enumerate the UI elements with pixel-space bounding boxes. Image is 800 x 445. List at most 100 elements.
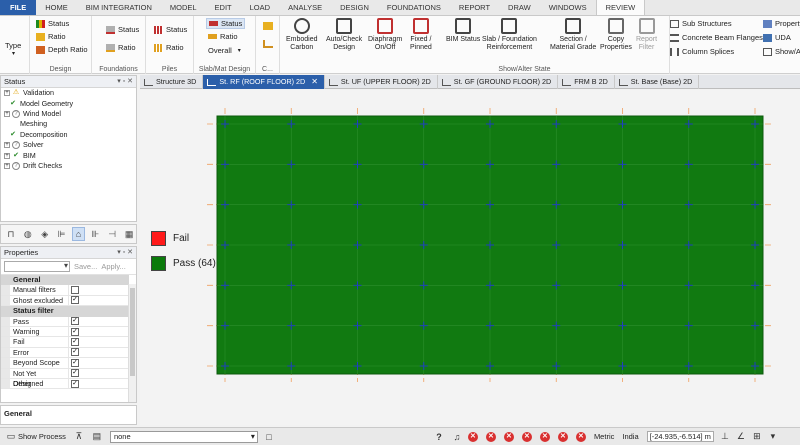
bell-icon[interactable]: ♫ xyxy=(450,430,464,444)
foundations-ratio-button[interactable]: Ratio xyxy=(106,42,136,53)
expand-icon[interactable]: + xyxy=(4,110,10,117)
design-ratio-button[interactable]: Ratio xyxy=(36,31,66,42)
menu-tab-design[interactable]: DESIGN xyxy=(331,0,378,15)
frame-icon[interactable]: ⊓ xyxy=(4,227,18,241)
menu-tab-home[interactable]: HOME xyxy=(36,0,77,15)
expand-icon[interactable]: + xyxy=(4,162,10,169)
process-select[interactable]: none xyxy=(109,430,258,443)
doc-tab[interactable]: St. GF (GROUND FLOOR) 2D xyxy=(438,75,559,89)
units-indicator[interactable]: Metric xyxy=(594,432,614,441)
piles-ratio-button[interactable]: Ratio xyxy=(154,42,184,53)
expand-icon[interactable]: + xyxy=(4,152,10,159)
show-all-button[interactable]: Show/All xyxy=(763,46,800,57)
apply-button[interactable]: Apply... xyxy=(101,262,125,271)
help-icon[interactable]: ? xyxy=(432,430,446,444)
foundations-status-button[interactable]: Status xyxy=(106,24,139,35)
column-icon[interactable]: ⊫ xyxy=(55,227,69,241)
sub-structures-button[interactable]: Sub Structures xyxy=(670,18,732,29)
expand-icon[interactable]: + xyxy=(4,142,10,149)
property-checkbox[interactable]: ✓ xyxy=(71,358,79,367)
error-icon[interactable]: ✕ xyxy=(539,431,550,442)
close-icon[interactable]: ✕ xyxy=(311,75,318,89)
property-checkbox[interactable]: ✓ xyxy=(71,348,79,357)
menu-tab-windows[interactable]: WINDOWS xyxy=(540,0,596,15)
property-checkbox[interactable]: ✓ xyxy=(71,379,79,388)
status-tree-item[interactable]: + ⚠ Validation xyxy=(1,88,136,98)
slab-ratio-button[interactable]: Ratio xyxy=(208,31,238,42)
error-icon[interactable]: ✕ xyxy=(467,431,478,442)
menu-tab-analyse[interactable]: ANALYSE xyxy=(279,0,331,15)
save-button[interactable]: Save... xyxy=(74,262,97,271)
error-icon[interactable]: ✕ xyxy=(485,431,496,442)
error-icon[interactable]: ✕ xyxy=(503,431,514,442)
menu-tab-review[interactable]: REVIEW xyxy=(595,0,646,15)
menu-tab-foundations[interactable]: FOUNDATIONS xyxy=(378,0,450,15)
property-category[interactable]: Status filter xyxy=(1,306,129,317)
c-tool2-icon[interactable] xyxy=(263,40,273,48)
structure-icon[interactable]: ⊼ xyxy=(72,430,86,444)
lock-icon[interactable]: ⌂ xyxy=(71,227,86,241)
snap-icon[interactable]: ⊥ xyxy=(718,430,732,444)
property-checkbox[interactable]: ✓ xyxy=(71,317,79,326)
floor-plan-canvas[interactable] xyxy=(140,90,800,425)
slab-overall-dropdown[interactable]: Overall ▾ xyxy=(208,45,241,56)
panel-buttons[interactable]: ▾ ▫ ✕ xyxy=(117,76,133,88)
status-tree-item[interactable]: + ✔ BIM xyxy=(1,150,136,160)
section-icon[interactable]: ⊪ xyxy=(88,227,102,241)
doc-tab[interactable]: FRM B 2D xyxy=(558,75,615,89)
region-indicator[interactable]: India xyxy=(622,432,638,441)
report-icon[interactable]: ▦ xyxy=(122,227,136,241)
error-icon[interactable]: ✕ xyxy=(557,431,568,442)
c-tool-icon[interactable] xyxy=(263,22,273,30)
scrollbar-thumb[interactable] xyxy=(130,288,135,376)
menu-tab-model[interactable]: MODEL xyxy=(161,0,206,15)
copy-properties-button[interactable]: Copy Properties xyxy=(600,18,632,52)
status-tree-item[interactable]: Meshing xyxy=(1,119,136,129)
report-filter-button[interactable]: Report Filter xyxy=(636,18,657,52)
error-icon[interactable]: ✕ xyxy=(575,431,586,442)
settings-icon[interactable]: ▾ xyxy=(766,430,780,444)
type-button[interactable]: Type xyxy=(5,41,21,50)
menu-tab-load[interactable]: LOAD xyxy=(241,0,279,15)
auto-check-design-button[interactable]: Auto/Check Design xyxy=(326,18,362,52)
drawing-viewport[interactable]: Fail Pass (64) xyxy=(140,90,800,425)
square-icon[interactable]: □ xyxy=(262,430,276,444)
menu-tab-draw[interactable]: DRAW xyxy=(499,0,540,15)
property-checkbox[interactable]: ✓ xyxy=(71,327,79,336)
piles-status-button[interactable]: Status xyxy=(154,24,187,35)
uda-button[interactable]: UDA xyxy=(763,32,791,43)
show-process-toggle[interactable]: ▭ Show Process xyxy=(4,428,66,445)
property-category[interactable]: General xyxy=(1,275,129,286)
panel-buttons[interactable]: ▾ ▫ ✕ xyxy=(117,247,133,259)
property-checkbox[interactable]: ✓ xyxy=(71,369,79,378)
preset-select[interactable] xyxy=(4,261,70,272)
slab-reinforcement-button[interactable]: Slab / Foundation Reinforcement xyxy=(482,18,537,52)
menu-tab-edit[interactable]: EDIT xyxy=(206,0,241,15)
property-checkbox[interactable]: ✓ xyxy=(71,338,79,347)
beam-flanges-button[interactable]: Concrete Beam Flanges xyxy=(670,32,763,43)
diaphragm-button[interactable]: Diaphragm On/Off xyxy=(368,18,402,52)
expand-icon[interactable]: + xyxy=(4,90,10,97)
property-checkbox[interactable]: ✓ xyxy=(71,296,79,305)
error-icon[interactable]: ✕ xyxy=(521,431,532,442)
doc-tab[interactable]: St. UF (UPPER FLOOR) 2D xyxy=(325,75,438,89)
embodied-carbon-button[interactable]: Embodied Carbon xyxy=(286,18,318,52)
design-icon[interactable]: ⊣ xyxy=(105,227,119,241)
grid-icon[interactable]: ⊞ xyxy=(750,430,764,444)
table-icon[interactable]: ▤ xyxy=(90,430,104,444)
layers-icon[interactable]: ◈ xyxy=(38,227,52,241)
status-tree-item[interactable]: +? Wind Model xyxy=(1,109,136,119)
property-checkbox[interactable] xyxy=(71,286,79,295)
doc-tab[interactable]: Structure 3D xyxy=(140,75,204,89)
depth-ratio-button[interactable]: Depth Ratio xyxy=(36,44,88,55)
status-tree-item[interactable]: +? Drift Checks xyxy=(1,161,136,171)
status-tree-item[interactable]: ✔ Model Geometry xyxy=(1,98,136,108)
menu-tab-report[interactable]: REPORT xyxy=(450,0,499,15)
column-splices-button[interactable]: Column Splices xyxy=(670,46,734,57)
globe-icon[interactable]: ◍ xyxy=(21,227,35,241)
status-tree-item[interactable]: ✔ Decomposition xyxy=(1,130,136,140)
section-material-button[interactable]: Section / Material Grade xyxy=(550,18,596,52)
menu-tab-file[interactable]: FILE xyxy=(0,0,37,15)
doc-tab[interactable]: St. RF (ROOF FLOOR) 2D ✕ xyxy=(203,75,325,89)
properties-scrollbar[interactable] xyxy=(128,284,136,402)
